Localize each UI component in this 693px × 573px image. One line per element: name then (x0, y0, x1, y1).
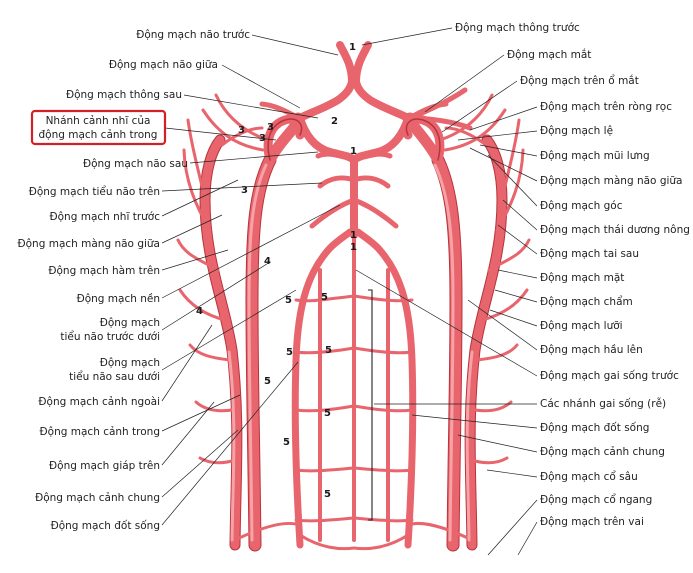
label-superior-cerebellar: Động mạch tiểu não trên (29, 185, 160, 198)
marker-5a: 5 (285, 295, 292, 306)
label-common-carotid-left: Động mạch cảnh chung (35, 492, 160, 504)
label-common-carotid-right: Động mạch cảnh chung (540, 446, 665, 458)
marker-1-low1: 1 (350, 230, 357, 241)
label-angular: Động mạch góc (540, 200, 623, 212)
label-pica-line2: tiểu não sau dưới (69, 370, 160, 383)
label-external-carotid: Động mạch cảnh ngoài (38, 396, 160, 408)
marker-5h: 5 (324, 489, 331, 500)
label-middle-meningeal-right: Động mạch màng não giữa (540, 175, 683, 187)
marker-1-low2: 1 (350, 242, 357, 253)
label-deep-cervical: Động mạch cổ sâu (540, 470, 638, 483)
label-vertebral-left: Động mạch đốt sống (51, 520, 160, 532)
label-pica-line1: Động mạch (100, 357, 160, 369)
marker-5b: 5 (321, 292, 328, 303)
label-spinal-radicular: Các nhánh gai sống (rễ) (540, 397, 666, 410)
label-anterior-tympanic: Động mạch nhĩ trước (50, 211, 161, 223)
label-superficial-temporal: Động mạch thái dương nông (540, 224, 690, 236)
marker-3b: 3 (238, 125, 245, 136)
marker-5d: 5 (325, 345, 332, 356)
label-posterior-auricular: Động mạch tai sau (540, 248, 639, 260)
marker-4a: 4 (264, 256, 271, 267)
label-supratrochlear: Động mạch trên ròng rọc (540, 101, 672, 113)
label-occipital: Động mạch chẩm (540, 295, 633, 308)
label-lacrimal: Động mạch lệ (540, 125, 613, 137)
label-basilar: Động mạch nền (77, 293, 160, 305)
marker-3d: 3 (241, 185, 248, 196)
artery-illustration (176, 41, 531, 552)
label-aica-line2: tiểu não trước dưới (60, 330, 160, 343)
label-anterior-cerebral: Động mạch não trước (136, 29, 250, 41)
label-vertebral-right: Động mạch đốt sống (540, 422, 649, 434)
label-dorsal-nasal: Động mạch mũi lưng (540, 150, 650, 162)
label-facial: Động mạch mặt (540, 272, 624, 284)
label-supraorbital: Động mạch trên ổ mắt (520, 74, 639, 87)
label-aica-line1: Động mạch (100, 317, 160, 329)
label-posterior-communicating: Động mạch thông sau (66, 89, 182, 101)
label-superior-thyroid: Động mạch giáp trên (49, 460, 160, 472)
label-maxillary: Động mạch hàm trên (48, 265, 160, 277)
marker-3a: 3 (267, 122, 274, 133)
label-internal-carotid: Động mạch cảnh trong (40, 426, 160, 438)
marker-1-mid: 1 (350, 146, 357, 157)
label-anterior-communicating: Động mạch thông trước (455, 22, 580, 34)
highlighted-label: Nhánh cảnh nhĩ của động mạch cảnh trong (30, 109, 167, 146)
label-posterior-cerebral: Động mạch não sau (83, 158, 188, 170)
label-middle-meningeal-left: Động mạch màng não giữa (18, 238, 161, 250)
marker-5f: 5 (324, 408, 331, 419)
label-caroticotympanic-line1: Nhánh cảnh nhĩ của (46, 115, 151, 127)
label-transverse-cervical: Động mạch cổ ngang (540, 493, 652, 506)
marker-5g: 5 (283, 437, 290, 448)
label-lingual: Động mạch lưỡi (540, 320, 623, 332)
marker-2: 2 (331, 116, 338, 127)
label-ophthalmic: Động mạch mắt (507, 48, 591, 61)
label-ascending-pharyngeal: Động mạch hầu lên (540, 344, 643, 356)
label-anterior-spinal: Động mạch gai sống trước (540, 370, 679, 382)
label-caroticotympanic-line2: động mạch cảnh trong (39, 129, 158, 141)
marker-4b: 4 (196, 306, 203, 317)
marker-5e: 5 (264, 376, 271, 387)
marker-1-top: 1 (349, 42, 356, 53)
anatomy-figure: 1 2 3 3 3 3 1 1 1 4 4 5 5 5 5 5 5 5 5 Độ… (0, 0, 693, 573)
marker-5c: 5 (286, 347, 293, 358)
arteries-diagram: 1 2 3 3 3 3 1 1 1 4 4 5 5 5 5 5 5 5 5 Độ… (18, 22, 690, 556)
marker-3c: 3 (259, 133, 266, 144)
label-suprascapular: Động mạch trên vai (540, 516, 644, 528)
label-middle-cerebral: Động mạch não giữa (109, 59, 218, 71)
